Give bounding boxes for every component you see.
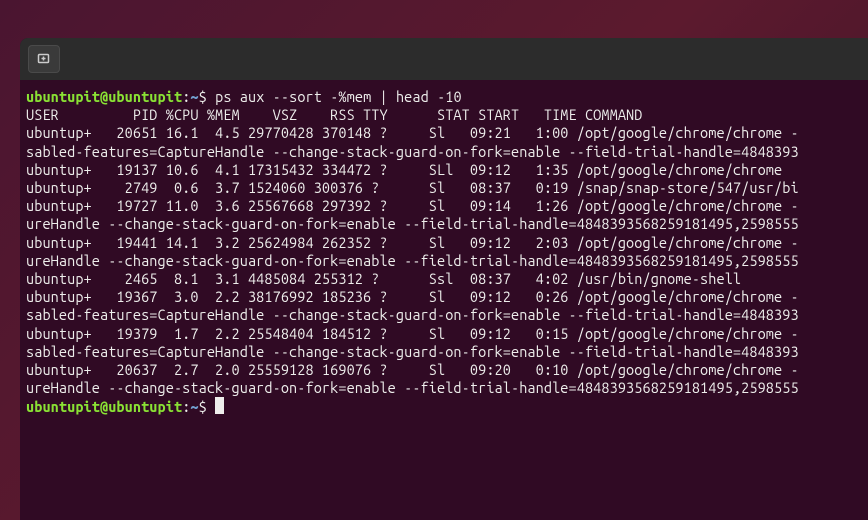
prompt-line-1: ubuntupit@ubuntupit:~$ ps aux --sort -%m… [26, 88, 862, 106]
command-text: ps aux --sort -%mem | head -10 [215, 88, 462, 105]
output-row: ubuntup+ 19367 3.0 2.2 38176992 185236 ?… [26, 288, 862, 306]
output-row: ureHandle --change-stack-guard-on-fork=e… [26, 215, 862, 233]
output-row: ubuntup+ 2749 0.6 3.7 1524060 300376 ? S… [26, 179, 862, 197]
output-row: ubuntup+ 20651 16.1 4.5 29770428 370148 … [26, 124, 862, 142]
prompt-line-2: ubuntupit@ubuntupit:~$ [26, 397, 862, 416]
output-row: ubuntup+ 20637 2.7 2.0 25559128 169076 ?… [26, 361, 862, 379]
output-row: sabled-features=CaptureHandle --change-s… [26, 343, 862, 361]
output-row: ubuntup+ 19137 10.6 4.1 17315432 334472 … [26, 161, 862, 179]
new-tab-icon [36, 51, 52, 67]
output-row: ubuntup+ 19727 11.0 3.6 25567668 297392 … [26, 197, 862, 215]
new-tab-button[interactable] [28, 45, 60, 73]
prompt-user: ubuntupit@ubuntupit [26, 398, 182, 415]
prompt-path: ~ [190, 88, 198, 105]
prompt-path: ~ [190, 398, 198, 415]
prompt-symbol: $ [199, 398, 207, 415]
prompt-user: ubuntupit@ubuntupit [26, 88, 182, 105]
output-row: sabled-features=CaptureHandle --change-s… [26, 306, 862, 324]
terminal-body[interactable]: ubuntupit@ubuntupit:~$ ps aux --sort -%m… [20, 80, 868, 425]
output-row: ubuntup+ 2465 8.1 3.1 4485084 255312 ? S… [26, 270, 862, 288]
output-row: ureHandle --change-stack-guard-on-fork=e… [26, 252, 862, 270]
output-header: USER PID %CPU %MEM VSZ RSS TTY STAT STAR… [26, 106, 862, 124]
terminal-window: ubuntupit@ubuntupit:~$ ps aux --sort -%m… [20, 38, 868, 520]
title-bar [20, 38, 868, 80]
prompt-symbol: $ [199, 88, 207, 105]
cursor [215, 397, 224, 414]
output-row: sabled-features=CaptureHandle --change-s… [26, 143, 862, 161]
output-row: ubuntup+ 19441 14.1 3.2 25624984 262352 … [26, 234, 862, 252]
output-row: ubuntup+ 19379 1.7 2.2 25548404 184512 ?… [26, 325, 862, 343]
output-row: ureHandle --change-stack-guard-on-fork=e… [26, 379, 862, 397]
